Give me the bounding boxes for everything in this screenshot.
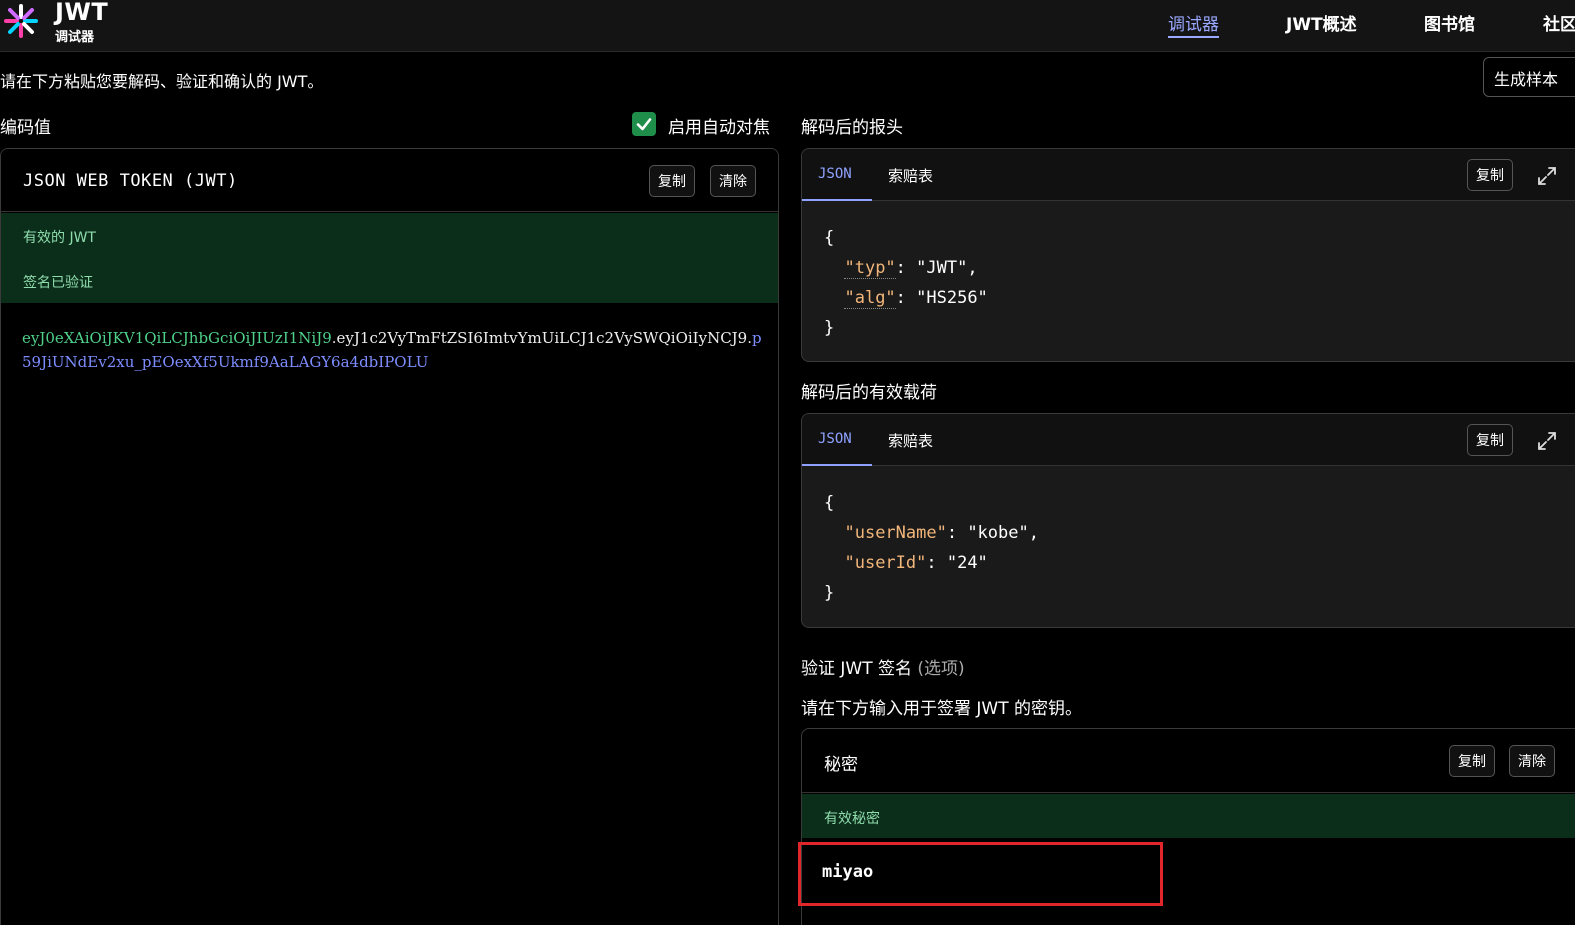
decoded-header-label: 解码后的报头 [801, 118, 903, 138]
valid-jwt-status: 有效的 JWT [1, 213, 778, 258]
autofocus-label: 启用自动对焦 [668, 118, 770, 138]
decoded-header-tabs: JSON 索赔表 复制 [802, 149, 1575, 201]
json-key-username: "userName" [844, 523, 947, 543]
decoded-header-json[interactable]: { "typ": "JWT", "alg": "HS256" } [824, 223, 988, 343]
verify-optional-text: (选项) [917, 659, 965, 679]
valid-secret-text: 有效秘密 [824, 811, 880, 827]
red-highlight-box [798, 842, 1163, 906]
encoded-token-panel: JSON WEB TOKEN (JWT) 复制 清除 有效的 JWT 签名已验证 [0, 148, 779, 925]
verify-signature-title: 验证 JWT 签名 (选项) [801, 654, 965, 679]
header-copy-button[interactable]: 复制 [1467, 159, 1513, 191]
nav-community[interactable]: 社区 [1543, 10, 1575, 35]
nav-library[interactable]: 图书馆 [1424, 10, 1475, 35]
tab-payload-json[interactable]: JSON [818, 431, 852, 447]
json-value-userid: : "24" [926, 553, 988, 573]
payload-copy-button[interactable]: 复制 [1467, 424, 1513, 456]
json-value-alg: : "HS256" [895, 288, 988, 308]
valid-jwt-text: 有效的 JWT [23, 230, 96, 246]
decoded-payload-json[interactable]: { "userName": "kobe", "userId": "24" } [824, 488, 1039, 608]
nav-jwt-overview[interactable]: JWT概述 [1286, 10, 1357, 35]
brand-subtitle: 调试器 [55, 30, 95, 45]
tab-header-json[interactable]: JSON [818, 166, 852, 182]
encoded-token-textarea[interactable]: eyJ0eXAiOiJKV1QiLCJhbGciOiJIUzI1NiJ9.eyJ… [22, 326, 767, 374]
signature-verified-text: 签名已验证 [23, 275, 93, 291]
jwt-logo-icon[interactable] [4, 4, 38, 38]
json-value-typ: : "JWT", [895, 258, 978, 278]
token-payload-part: eyJ1c2VyTmFtZSI6ImtvYmUiLCJ1c2VySWQiOiIy… [336, 329, 748, 347]
verify-title-text: 验证 JWT 签名 [801, 659, 913, 679]
top-navigation-bar: JWT 调试器 调试器 JWT概述 图书馆 社区 [0, 0, 1575, 52]
expand-icon[interactable] [1536, 165, 1558, 187]
decoded-payload-label: 解码后的有效载荷 [801, 383, 937, 403]
brand-title: JWT [55, 0, 109, 26]
encoded-copy-button[interactable]: 复制 [649, 165, 695, 197]
json-key-alg: "alg" [844, 288, 896, 309]
secret-panel-header: 秘密 复制 清除 [802, 729, 1575, 793]
signature-verified-status: 签名已验证 [1, 258, 778, 303]
secret-copy-button[interactable]: 复制 [1449, 745, 1495, 777]
json-open-brace: { [824, 493, 835, 513]
token-header-part: eyJ0eXAiOiJKV1QiLCJhbGciOiJIUzI1NiJ9 [22, 329, 332, 347]
json-close-brace: } [824, 318, 835, 338]
decoded-header-panel: JSON 索赔表 复制 { "typ": "JWT", "alg": "HS25… [801, 148, 1575, 362]
check-icon [636, 118, 652, 131]
valid-secret-status: 有效秘密 [802, 794, 1575, 838]
page-hint: 请在下方粘贴您要解码、验证和确认的 JWT。 [0, 72, 324, 91]
nav-debugger[interactable]: 调试器 [1168, 10, 1219, 38]
json-value-username: : "kobe", [946, 523, 1039, 543]
encoded-panel-title: JSON WEB TOKEN (JWT) [23, 171, 238, 191]
nav-debugger-label: 调试器 [1168, 15, 1219, 35]
autofocus-checkbox[interactable] [632, 112, 656, 136]
generate-sample-button[interactable]: 生成样本 [1483, 57, 1575, 97]
encoded-panel-header: JSON WEB TOKEN (JWT) 复制 清除 [1, 149, 778, 212]
decoded-payload-tabs: JSON 索赔表 复制 [802, 414, 1575, 466]
decoded-payload-panel: JSON 索赔表 复制 { "userName": "kobe", "userI… [801, 413, 1575, 628]
encoded-clear-button[interactable]: 清除 [710, 165, 756, 197]
tab-header-claims[interactable]: 索赔表 [888, 165, 933, 186]
tab-active-underline [802, 199, 872, 201]
json-open-brace: { [824, 228, 835, 248]
verify-hint: 请在下方输入用于签署 JWT 的密钥。 [801, 699, 1083, 719]
nav-active-underline [1168, 36, 1219, 38]
tab-active-underline [802, 464, 872, 466]
json-key-typ: "typ" [844, 258, 896, 279]
encoded-value-label: 编码值 [0, 118, 51, 138]
json-key-userid: "userId" [844, 553, 927, 573]
secret-label: 秘密 [824, 755, 858, 775]
expand-icon[interactable] [1536, 430, 1558, 452]
json-close-brace: } [824, 583, 835, 603]
secret-clear-button[interactable]: 清除 [1509, 745, 1555, 777]
tab-payload-claims[interactable]: 索赔表 [888, 430, 933, 451]
